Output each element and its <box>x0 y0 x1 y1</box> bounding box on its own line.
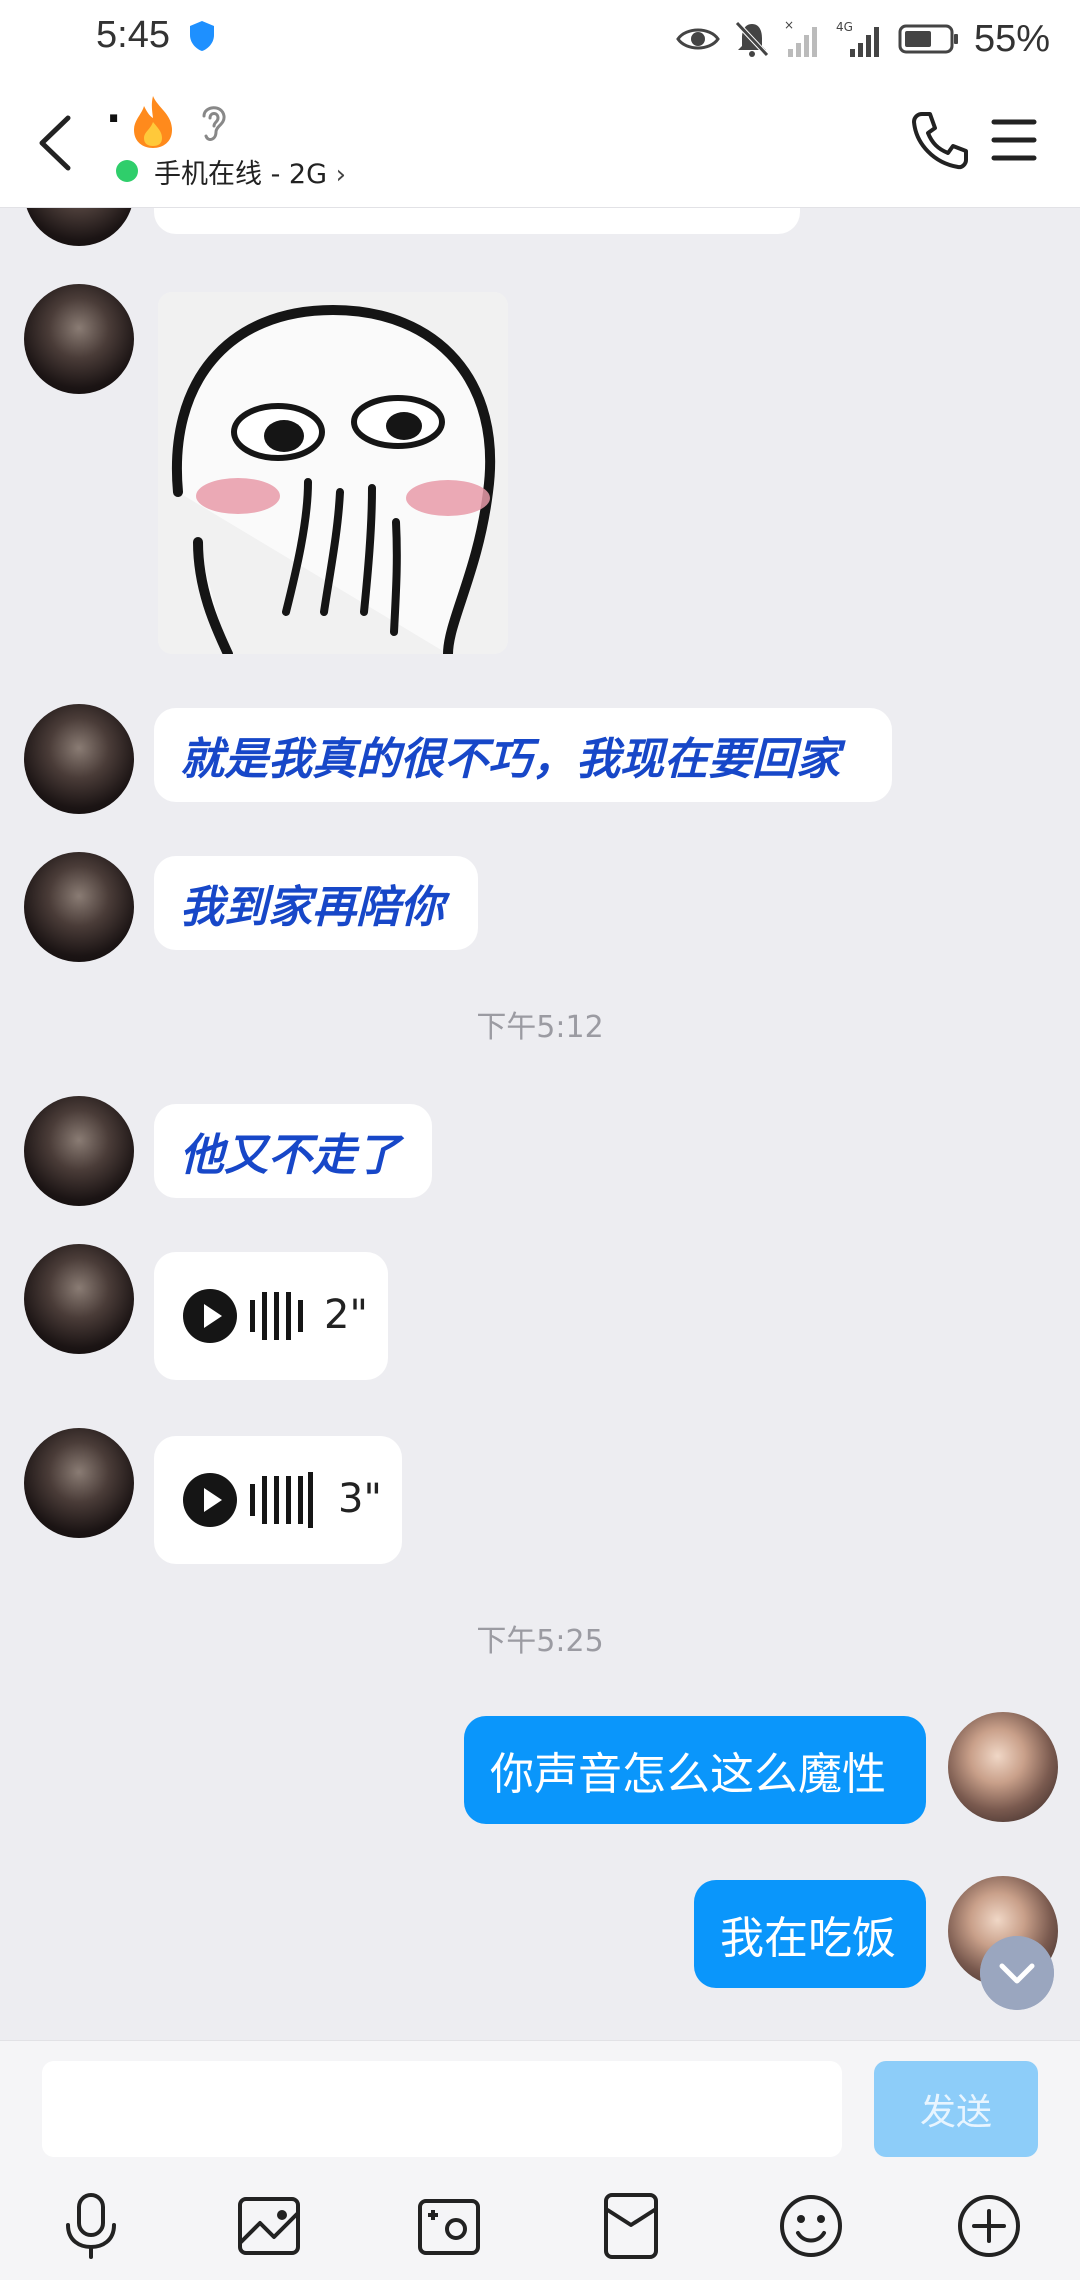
avatar[interactable] <box>24 1244 134 1354</box>
message-text: 你声音怎么这么魔性 <box>490 1749 886 1800</box>
my-avatar[interactable] <box>948 1712 1058 1822</box>
chevron-down-icon[interactable] <box>980 1936 1054 2010</box>
battery-icon <box>898 24 958 54</box>
play-icon[interactable] <box>182 1288 238 1344</box>
chat-header: . 手机在线 - 2G › <box>0 78 1080 208</box>
phone-icon[interactable] <box>908 108 968 172</box>
contact-name[interactable]: . <box>106 86 121 132</box>
message-bubble-partial[interactable] <box>154 208 800 234</box>
eye-icon <box>676 28 720 50</box>
microphone-icon[interactable] <box>56 2191 126 2261</box>
red-packet-icon[interactable] <box>596 2191 666 2261</box>
avatar[interactable] <box>24 208 134 246</box>
status-bar: 5:45 × 4G 55% <box>0 0 1080 78</box>
voice-duration: 2" <box>324 1292 368 1338</box>
signal-icon: × <box>784 19 817 57</box>
message-bubble[interactable]: 就是我真的很不巧，我现在要回家 <box>154 708 892 802</box>
voice-waveform-icon <box>250 1472 313 1528</box>
message-text: 就是我真的很不巧，我现在要回家 <box>180 734 840 785</box>
status-icons: × 4G 55% <box>676 14 1050 64</box>
message-bubble[interactable]: 他又不走了 <box>154 1104 432 1198</box>
avatar[interactable] <box>24 852 134 962</box>
message-timestamp: 下午5:12 <box>476 1010 604 1045</box>
voice-message-bubble[interactable]: 3" <box>154 1436 402 1564</box>
message-timestamp: 下午5:25 <box>476 1624 604 1659</box>
send-button-label: 发送 <box>919 2092 992 2133</box>
image-icon[interactable] <box>234 2191 304 2261</box>
plus-icon[interactable] <box>954 2191 1024 2261</box>
status-time: 5:45 <box>96 14 170 56</box>
chevron-right-icon: › <box>335 160 347 190</box>
sticker-image[interactable] <box>158 292 508 654</box>
shield-icon <box>190 21 214 51</box>
avatar[interactable] <box>24 1428 134 1538</box>
input-bar: 发送 <box>0 2040 1080 2280</box>
mute-bell-icon <box>735 21 769 57</box>
my-message-bubble[interactable]: 我在吃饭 <box>694 1880 926 1988</box>
svg-text:×: × <box>784 19 794 32</box>
voice-message-bubble[interactable]: 2" <box>154 1252 388 1380</box>
online-status-dot <box>116 160 138 182</box>
chat-message-list[interactable]: 就是我真的很不巧，我现在要回家 我到家再陪你 下午5:12 他又不走了 2" 3… <box>0 208 1080 2040</box>
menu-icon[interactable] <box>990 114 1038 166</box>
battery-percent: 55% <box>973 17 1050 60</box>
ear-icon <box>202 106 226 141</box>
back-arrow-icon[interactable] <box>26 108 86 178</box>
emoji-icon[interactable] <box>776 2191 846 2261</box>
svg-text:4G: 4G <box>836 20 853 34</box>
message-text: 他又不走了 <box>180 1130 400 1181</box>
4g-signal-icon: 4G <box>836 20 879 57</box>
online-status-text[interactable]: 手机在线 - 2G › <box>154 152 346 191</box>
message-text: 我在吃饭 <box>720 1913 896 1964</box>
fire-icon <box>134 96 172 148</box>
message-text: 我到家再陪你 <box>180 882 444 933</box>
voice-duration: 3" <box>338 1476 382 1522</box>
avatar[interactable] <box>24 704 134 814</box>
message-input[interactable] <box>42 2061 842 2157</box>
my-message-bubble[interactable]: 你声音怎么这么魔性 <box>464 1716 926 1824</box>
avatar[interactable] <box>24 1096 134 1206</box>
send-button[interactable]: 发送 <box>874 2061 1038 2157</box>
avatar[interactable] <box>24 284 134 394</box>
online-status-label: 手机在线 - 2G <box>154 159 328 190</box>
play-icon[interactable] <box>182 1472 238 1528</box>
camera-icon[interactable] <box>414 2191 484 2261</box>
voice-waveform-icon <box>250 1292 303 1340</box>
message-bubble[interactable]: 我到家再陪你 <box>154 856 478 950</box>
